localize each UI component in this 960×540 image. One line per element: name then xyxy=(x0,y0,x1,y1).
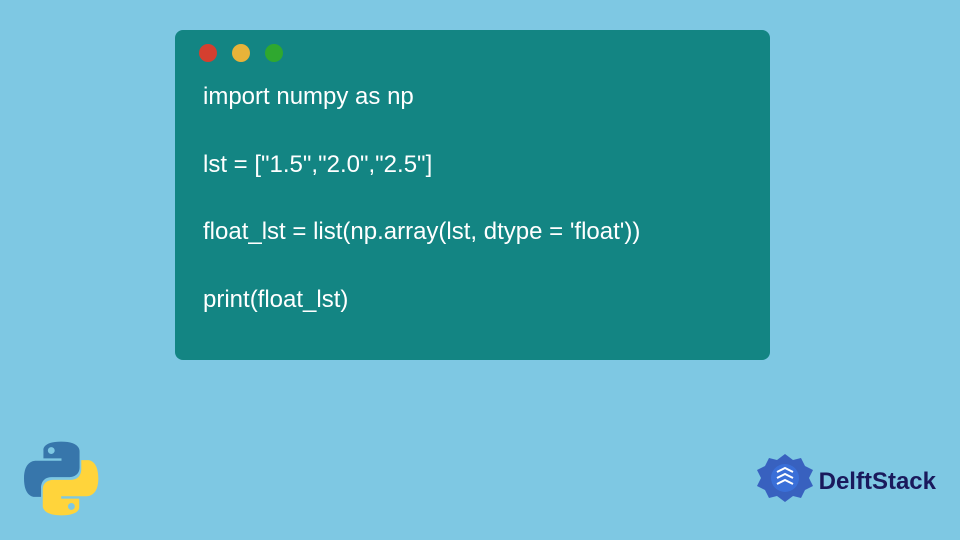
delftstack-logo: DelftStack xyxy=(755,452,936,512)
close-icon xyxy=(199,44,217,62)
code-window: import numpy as np lst = ["1.5","2.0","2… xyxy=(175,30,770,360)
window-controls xyxy=(175,44,770,62)
delftstack-icon xyxy=(755,452,815,512)
code-line-2: lst = ["1.5","2.0","2.5"] xyxy=(203,148,746,182)
code-content: import numpy as np lst = ["1.5","2.0","2… xyxy=(175,80,770,316)
python-logo-icon xyxy=(24,441,99,516)
maximize-icon xyxy=(265,44,283,62)
code-line-4: print(float_lst) xyxy=(203,283,746,317)
delftstack-text: DelftStack xyxy=(819,468,936,496)
code-line-1: import numpy as np xyxy=(203,80,746,114)
minimize-icon xyxy=(232,44,250,62)
code-line-3: float_lst = list(np.array(lst, dtype = '… xyxy=(203,215,746,249)
